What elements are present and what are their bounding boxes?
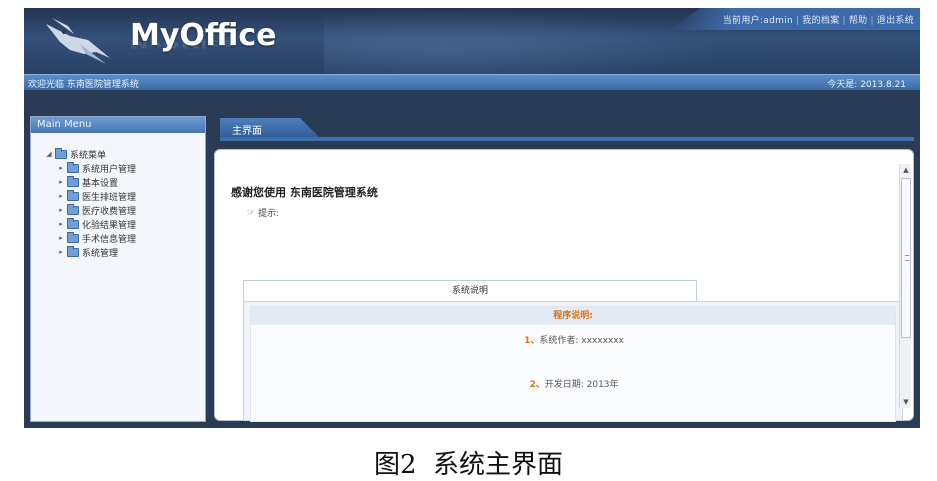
sidebar-title: Main Menu (31, 117, 205, 133)
my-profile-link[interactable]: 我的档案 (802, 16, 839, 26)
sidebar-item-basic-settings[interactable]: ▸ 基本设置 (45, 175, 205, 189)
menu-tree: ◢ 系统菜单 ▸ 系统用户管理 ▸ 基本设置 ▸ 医生排班管理 ▸ 医疗收费管理… (31, 133, 205, 259)
line-number: 1、 (524, 336, 540, 346)
tree-root-label: 系统菜单 (70, 150, 107, 161)
system-description-body: 程序说明: 1、系统作者: xxxxxxxx 2、开发日期: 2013年 (250, 306, 896, 422)
scroll-thumb[interactable] (901, 178, 911, 338)
sidebar-item-lab-results[interactable]: ▸ 化验结果管理 (45, 217, 205, 231)
logo-reflection: MyOffice (130, 37, 236, 50)
folder-icon (67, 203, 79, 215)
tab-main[interactable]: 主界面 (220, 118, 320, 138)
line-number: 2、 (529, 380, 545, 390)
folder-icon (67, 189, 79, 201)
expand-icon[interactable]: ▸ (57, 220, 65, 228)
header-shine (324, 8, 724, 74)
sidebar-item-label: 系统管理 (82, 248, 119, 259)
top-links: 当前用户:admin | 我的档案 | 帮助 | 退出系统 (722, 16, 914, 26)
folder-icon (67, 161, 79, 173)
sidebar-item-label: 医生排班管理 (82, 192, 137, 203)
expand-icon[interactable]: ▸ (57, 248, 65, 256)
description-line: 2、开发日期: 2013年 (251, 377, 897, 390)
tip-icon: ☞ (247, 207, 256, 218)
expand-icon[interactable]: ▸ (57, 178, 65, 186)
tab-underline (220, 137, 914, 141)
tree-root[interactable]: ◢ 系统菜单 (45, 147, 205, 161)
scroll-down-icon[interactable]: ▼ (900, 396, 912, 408)
vertical-scrollbar[interactable]: ▲ ▼ (899, 164, 911, 408)
figure-number: 图2 (373, 450, 417, 480)
line-text: 系统作者: xxxxxxxx (539, 336, 624, 346)
folder-icon (67, 245, 79, 257)
current-user-link[interactable]: 当前用户:admin (723, 16, 793, 26)
line-text: 开发日期: 2013年 (544, 380, 619, 390)
collapse-icon[interactable]: ◢ (45, 150, 53, 158)
grip-icon (905, 255, 909, 261)
tip-label: 提示: (258, 209, 280, 219)
expand-icon[interactable]: ▸ (57, 192, 65, 200)
help-link[interactable]: 帮助 (849, 16, 868, 26)
sidebar-item-system-management[interactable]: ▸ 系统管理 (45, 245, 205, 259)
description-line: 1、系统作者: xxxxxxxx (251, 333, 897, 346)
welcome-text: 欢迎光临 东南医院管理系统 (28, 80, 139, 90)
system-description-panel: 程序说明: 1、系统作者: xxxxxxxx 2、开发日期: 2013年 (243, 301, 903, 422)
welcome-title: 感谢您使用 东南医院管理系统 (231, 186, 378, 199)
logout-link[interactable]: 退出系统 (877, 16, 914, 26)
expand-icon[interactable]: ▸ (57, 234, 65, 242)
sidebar-item-doctor-schedule[interactable]: ▸ 医生排班管理 (45, 189, 205, 203)
tip-row: ☞ 提示: (247, 206, 280, 220)
content-panel: 感谢您使用 东南医院管理系统 ☞ 提示: 系统说明 程序说明: 1、系统作者: … (214, 149, 914, 422)
scroll-up-icon[interactable]: ▲ (900, 164, 912, 176)
figure-title: 系统主界面 (433, 450, 564, 480)
expand-icon[interactable]: ▸ (57, 206, 65, 214)
app-header: MyOffice MyOffice 当前用户:admin | 我的档案 | 帮助 | 退出系… (24, 8, 920, 74)
folder-icon (67, 231, 79, 243)
folder-icon (55, 147, 67, 159)
sidebar-item-user-management[interactable]: ▸ 系统用户管理 (45, 161, 205, 175)
sidebar-item-surgery-info[interactable]: ▸ 手术信息管理 (45, 231, 205, 245)
tab-system-description[interactable]: 系统说明 (243, 280, 697, 302)
sidebar-item-label: 医疗收费管理 (82, 206, 137, 217)
info-bar: 欢迎光临 东南医院管理系统 今天是: 2013.8.21 (24, 74, 920, 90)
bird-logo-icon (46, 18, 110, 64)
sidebar-item-label: 基本设置 (82, 178, 119, 189)
sidebar-item-label: 手术信息管理 (82, 234, 137, 245)
sidebar: Main Menu ◢ 系统菜单 ▸ 系统用户管理 ▸ 基本设置 ▸ 医生排班管… (30, 116, 206, 422)
program-description-heading: 程序说明: (251, 307, 895, 325)
sidebar-item-billing[interactable]: ▸ 医疗收费管理 (45, 203, 205, 217)
app-window: MyOffice MyOffice 当前用户:admin | 我的档案 | 帮助 | 退出系… (24, 8, 920, 428)
expand-icon[interactable]: ▸ (57, 164, 65, 172)
date-text: 今天是: 2013.8.21 (827, 80, 906, 90)
sidebar-item-label: 化验结果管理 (82, 220, 137, 231)
folder-icon (67, 217, 79, 229)
sidebar-item-label: 系统用户管理 (82, 164, 137, 175)
folder-icon (67, 175, 79, 187)
figure-caption: 图2 系统主界面 (0, 444, 937, 481)
